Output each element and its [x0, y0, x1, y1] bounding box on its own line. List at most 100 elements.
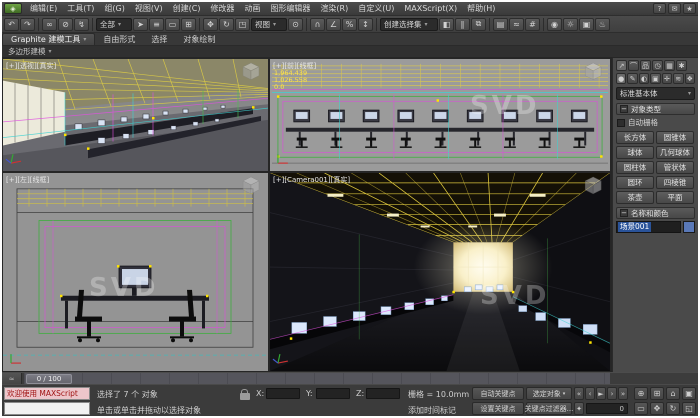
render-setup-icon[interactable]: ☼	[563, 18, 578, 31]
ribbon-tab-selection[interactable]: 选择	[143, 33, 175, 45]
camera-view-canvas[interactable]	[270, 173, 610, 371]
window-crossing-icon[interactable]: ⊞	[181, 18, 196, 31]
viewport-bottom-right[interactable]: [+][Camera001][真实] SVD	[270, 173, 610, 371]
hierarchy-tab-icon[interactable]: 品	[640, 60, 651, 71]
select-object-icon[interactable]: ➤	[133, 18, 148, 31]
layer-manager-icon[interactable]: ⧉	[471, 18, 486, 31]
ribbon-tab-freeform[interactable]: 自由形式	[95, 33, 143, 45]
select-and-link-icon[interactable]: ∞	[42, 18, 57, 31]
undo-icon[interactable]: ↶	[4, 18, 19, 31]
helpers-category-icon[interactable]: ✛	[662, 73, 672, 84]
use-pivot-point-icon[interactable]: ⊙	[288, 18, 303, 31]
menu-graph-editors[interactable]: 图形编辑器	[265, 2, 315, 15]
viewcube[interactable]	[585, 177, 601, 194]
motion-tab-icon[interactable]: ◷	[652, 60, 663, 71]
menu-modifiers[interactable]: 修改器	[205, 2, 239, 15]
y-coordinate-field[interactable]	[316, 388, 350, 399]
lights-category-icon[interactable]: ◐	[639, 73, 649, 84]
viewport-label[interactable]: [+][左][线框]	[6, 175, 49, 185]
sphere-button[interactable]: 球体	[616, 146, 654, 159]
maxscript-macro-recorder[interactable]: 欢迎使用 MAXScript	[4, 387, 90, 400]
teapot-button[interactable]: 茶壶	[616, 191, 654, 204]
ribbon-tab-object-paint[interactable]: 对象绘制	[175, 33, 223, 45]
viewcube[interactable]	[243, 177, 259, 194]
box-button[interactable]: 长方体	[616, 131, 654, 144]
zoom-region-icon[interactable]: ▭	[634, 402, 648, 415]
cameras-category-icon[interactable]: ▣	[650, 73, 660, 84]
render-production-icon[interactable]: ♨	[595, 18, 610, 31]
previous-frame-icon[interactable]: ‹	[585, 387, 595, 400]
select-and-move-icon[interactable]: ✥	[203, 18, 218, 31]
align-icon[interactable]: ∥	[455, 18, 470, 31]
key-filters-button[interactable]: 关键点过滤器...	[526, 402, 572, 415]
unlink-selection-icon[interactable]: ⊘	[58, 18, 73, 31]
application-button[interactable]: ◈	[4, 3, 22, 14]
add-time-tag[interactable]: 添加时间标记	[408, 405, 456, 416]
auto-key-button[interactable]: 自动关键点	[472, 387, 524, 400]
x-coordinate-field[interactable]	[266, 388, 300, 399]
modify-tab-icon[interactable]: ⌒	[628, 60, 639, 71]
selected-objects-dropdown[interactable]: 选定对象 ▾	[526, 387, 572, 400]
object-type-rollout-header[interactable]: − 对象类型	[616, 103, 695, 115]
geometry-category-icon[interactable]: ●	[616, 73, 626, 84]
menu-edit[interactable]: 编辑(E)	[25, 2, 62, 15]
spinner-snap-icon[interactable]: ↕	[358, 18, 373, 31]
space-warps-category-icon[interactable]: ≋	[673, 73, 683, 84]
viewport-label[interactable]: [+][Camera001][真实]	[273, 175, 350, 185]
plane-button[interactable]: 平面	[656, 191, 694, 204]
maxscript-mini-listener[interactable]	[4, 402, 90, 415]
create-tab-icon[interactable]: ↗	[616, 60, 627, 71]
play-icon[interactable]: ►	[596, 387, 606, 400]
named-selection-set-dropdown[interactable]: 创建选择集 ▾	[380, 18, 438, 31]
geosphere-button[interactable]: 几何球体	[656, 146, 694, 159]
schematic-view-icon[interactable]: #	[525, 18, 540, 31]
go-to-end-icon[interactable]: »	[618, 387, 628, 400]
angle-snap-icon[interactable]: ∠	[326, 18, 341, 31]
menu-create[interactable]: 创建(C)	[168, 2, 206, 15]
percent-snap-icon[interactable]: %	[342, 18, 357, 31]
tube-button[interactable]: 管状体	[656, 161, 694, 174]
graphite-toggle-icon[interactable]: ▤	[493, 18, 508, 31]
left-view-canvas[interactable]	[3, 173, 268, 371]
selection-filter-dropdown[interactable]: 全部 ▾	[96, 18, 132, 31]
polygon-modeling-panel[interactable]: 多边形建模	[8, 46, 46, 57]
reference-coordinate-dropdown[interactable]: 视图 ▾	[251, 18, 287, 31]
mirror-icon[interactable]: ◧	[439, 18, 454, 31]
zoom-icon[interactable]: ⊕	[634, 387, 648, 400]
time-slider-handle[interactable]: 0 / 100	[26, 374, 72, 384]
object-name-field[interactable]: 场景001	[616, 221, 681, 233]
zoom-all-icon[interactable]: ⊞	[650, 387, 664, 400]
rendered-frame-window-icon[interactable]: ▣	[579, 18, 594, 31]
cylinder-button[interactable]: 圆柱体	[616, 161, 654, 174]
next-frame-icon[interactable]: ›	[607, 387, 617, 400]
primitive-category-dropdown[interactable]: 标准基本体 ▾	[616, 87, 695, 100]
torus-button[interactable]: 圆环	[616, 176, 654, 189]
material-editor-icon[interactable]: ◉	[547, 18, 562, 31]
current-frame-field[interactable]: 0	[586, 403, 628, 414]
menu-animation[interactable]: 动画	[239, 2, 265, 15]
viewport-bottom-left[interactable]: [+][左][线框] SVD	[3, 173, 268, 371]
selection-lock-icon[interactable]	[240, 393, 250, 400]
curve-editor-icon[interactable]: ≈	[509, 18, 524, 31]
viewcube[interactable]	[243, 63, 259, 80]
menu-tools[interactable]: 工具(T)	[62, 2, 99, 15]
autogrid-checkbox[interactable]	[617, 119, 625, 127]
menu-views[interactable]: 视图(V)	[130, 2, 168, 15]
display-tab-icon[interactable]: ▦	[664, 60, 675, 71]
z-coordinate-field[interactable]	[366, 388, 400, 399]
zoom-extents-icon[interactable]: ⌂	[666, 387, 680, 400]
viewport-label[interactable]: [+][透视][真实]	[6, 61, 56, 71]
maximize-viewport-toggle-icon[interactable]: ◱	[682, 402, 696, 415]
viewcube[interactable]	[585, 63, 601, 80]
pyramid-button[interactable]: 四棱锥	[656, 176, 694, 189]
systems-category-icon[interactable]: ❖	[685, 73, 695, 84]
go-to-start-icon[interactable]: «	[574, 387, 584, 400]
rectangular-selection-region-icon[interactable]: ▭	[165, 18, 180, 31]
front-view-canvas[interactable]	[270, 59, 610, 171]
menu-customize[interactable]: 自定义(U)	[353, 2, 399, 15]
select-and-scale-icon[interactable]: ◳	[235, 18, 250, 31]
zoom-extents-all-icon[interactable]: ▣	[682, 387, 696, 400]
cone-button[interactable]: 圆锥体	[656, 131, 694, 144]
ribbon-tab-graphite[interactable]: Graphite 建模工具 ▾	[2, 33, 95, 45]
pan-icon[interactable]: ✥	[650, 402, 664, 415]
